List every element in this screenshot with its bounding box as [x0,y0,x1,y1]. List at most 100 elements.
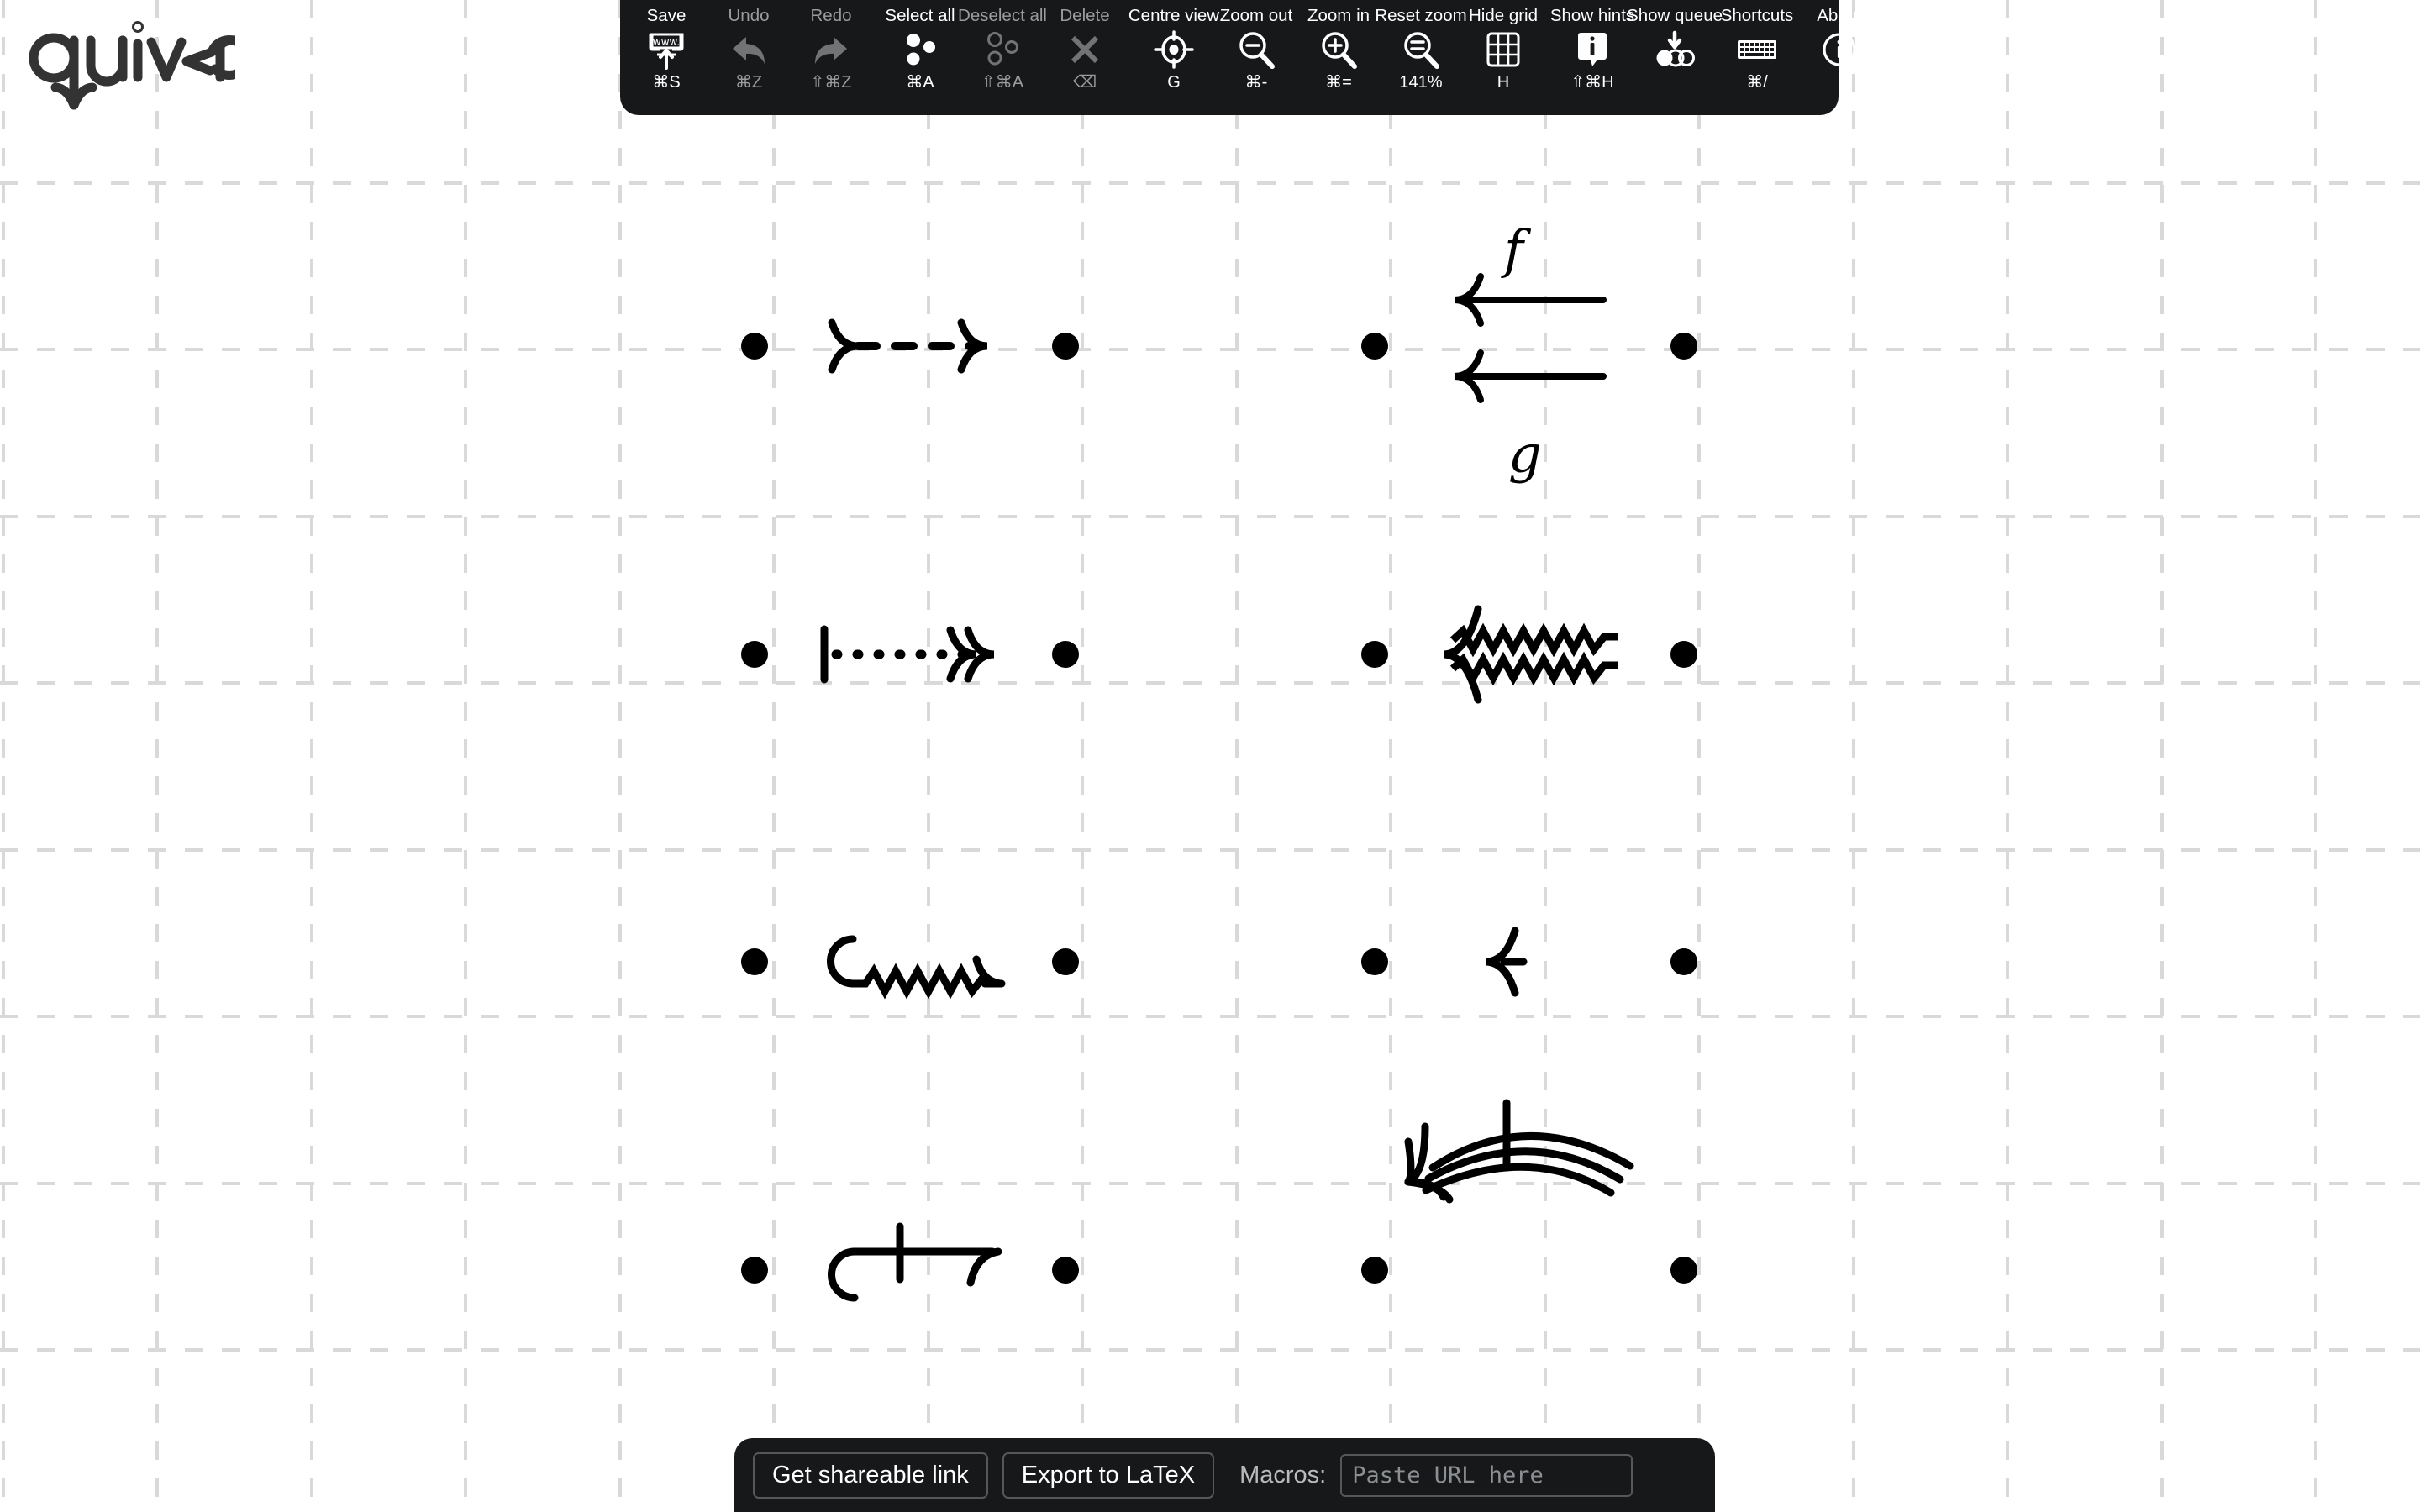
toolbar-button-show-hints[interactable]: Show hints ⇧⌘H [1550,0,1634,115]
diagram-vertex[interactable] [741,948,768,975]
toolbar-shortcut-undo: ⌘Z [734,73,763,92]
canvas-grid [0,0,2420,1512]
toolbar-button-about[interactable]: About [1798,0,1881,115]
toolbar-button-zoom-out[interactable]: Zoom out ⌘- [1215,0,1297,115]
macros-url-input[interactable] [1340,1453,1634,1497]
diagram-vertex[interactable] [1670,641,1697,668]
edge-dashed-harpoon[interactable] [828,318,988,374]
grid-line-vertical [1235,0,1239,1512]
edge-triple-curved-multiharpoon[interactable] [1404,1099,1634,1204]
toolbar-button-zoom-in[interactable]: Zoom in ⌘= [1297,0,1380,115]
show-queue-dots-icon [1652,26,1697,73]
toolbar-label-undo: Undo [728,6,770,25]
toolbar-shortcut-centre-view: G [1167,73,1181,92]
diagram-vertex[interactable] [1361,641,1388,668]
reset-zoom-magnifier-icon [1401,26,1441,73]
edge-label-f: f [1501,218,1532,280]
toolbar-shortcut-delete: ⌫ [1072,73,1097,92]
grid-line-vertical [155,0,159,1512]
toolbar-shortcut-save: ⌘S [652,73,681,92]
grid-line-vertical [772,0,776,1512]
edge-double-squiggly-left[interactable] [1443,605,1618,704]
quiver-logo[interactable] [25,18,253,111]
toolbar-shortcut-show-hints: ⇧⌘H [1570,73,1614,92]
svg-text:www.: www. [653,36,680,48]
toolbar-label-centre-view: Centre view [1128,6,1220,25]
edge-f-left-arrow[interactable] [1454,273,1607,327]
toolbar-button-select-all[interactable]: Select all ⌘A [879,0,961,115]
diagram-vertex[interactable] [1052,1257,1079,1284]
toolbar-label-select-all: Select all [885,6,955,25]
grid-icon [1485,26,1522,73]
edge-dotted-double-harpoon[interactable] [820,625,995,684]
vertex-group [741,333,1697,1284]
edge-squiggly-hook[interactable] [827,935,1006,1000]
grid-line-vertical [927,0,930,1512]
toolbar-group-view: Centre view G Zoom out ⌘- Zoom in ⌘= Reset … [1128,0,1544,115]
diagram-vertex[interactable] [1052,333,1079,360]
edge-short-left-arrow[interactable] [1485,927,1528,997]
get-shareable-link-button[interactable]: Get shareable link [753,1452,988,1499]
toolbar-shortcut-redo: ⇧⌘Z [810,73,852,92]
edge-g-left-arrow[interactable] [1454,349,1607,403]
diagram-vertex[interactable] [1670,948,1697,975]
deselect-all-hollow-dots-icon [982,26,1023,73]
toolbar-shortcut-zoom-in: ⌘= [1325,73,1352,92]
edge-hook-bar-halfharpoon[interactable] [828,1222,1002,1302]
toolbar-label-deselect-all: Deselect all [958,6,1047,25]
diagram-vertex[interactable] [741,641,768,668]
grid-line-horizontal [0,515,2420,518]
grid-line-vertical [310,0,313,1512]
delete-cross-icon [1065,26,1104,73]
toolbar-label-shortcuts: Shortcuts [1720,6,1794,25]
main-toolbar: Save www. ⌘S Undo ⌘Z Redo ⇧⌘Z Select all ⌘A… [620,0,1862,115]
diagram-vertex[interactable] [1361,948,1388,975]
diagram-vertex[interactable] [1361,1257,1388,1284]
toolbar-button-show-queue[interactable]: Show queue [1627,0,1723,115]
toolbar-shortcut-select-all: ⌘A [906,73,934,92]
zoom-out-magnifier-icon [1236,26,1276,73]
centre-view-crosshair-icon [1153,26,1195,73]
toolbar-shortcut-hide-grid: H [1497,73,1510,92]
grid-line-vertical [2160,0,2164,1512]
grid-line-vertical [2314,0,2317,1512]
grid-line-vertical [1544,0,1547,1512]
diagram-vertex[interactable] [741,1257,768,1284]
toolbar-label-redo: Redo [810,6,852,25]
undo-arrow-icon [728,26,770,73]
edge-label-g: g [1508,423,1542,485]
grid-line-vertical [618,0,622,1512]
toolbar-label-reset-zoom: Reset zoom [1375,6,1467,25]
toolbar-button-save[interactable]: Save www. ⌘S [625,0,708,115]
grid-line-vertical [1389,0,1392,1512]
toolbar-shortcut-reset-zoom: 141% [1399,73,1443,92]
diagram-canvas: f g [0,0,2420,1512]
grid-line-vertical [1852,0,1855,1512]
grid-line-horizontal [0,848,2420,852]
toolbar-button-deselect-all: Deselect all ⇧⌘A [958,0,1047,115]
toolbar-group-help: Show hints ⇧⌘H Show queue Shortcuts ⌘/ A… [1550,0,1881,115]
grid-line-horizontal [0,348,2420,351]
diagram-vertex[interactable] [1670,333,1697,360]
toolbar-button-redo: Redo ⇧⌘Z [790,0,872,115]
grid-line-horizontal [0,181,2420,185]
toolbar-shortcut-shortcuts: ⌘/ [1746,73,1768,92]
toolbar-button-centre-view[interactable]: Centre view G [1128,0,1219,115]
export-to-latex-button[interactable]: Export to LaTeX [1002,1452,1215,1499]
select-all-filled-dots-icon [900,26,940,73]
toolbar-button-shortcuts[interactable]: Shortcuts ⌘/ [1716,0,1798,115]
quiver-app-window: Save www. ⌘S Undo ⌘Z Redo ⇧⌘Z Select all ⌘A… [0,0,2420,1512]
toolbar-button-hide-grid[interactable]: Hide grid H [1462,0,1544,115]
grid-line-vertical [2006,0,2009,1512]
toolbar-button-reset-zoom[interactable]: Reset zoom 141% [1375,0,1466,115]
grid-line-vertical [1697,0,1701,1512]
diagram-vertex[interactable] [1361,333,1388,360]
zoom-in-magnifier-icon [1318,26,1359,73]
diagram-vertex[interactable] [1052,948,1079,975]
macros-label: Macros: [1239,1461,1327,1488]
grid-line-horizontal [0,1015,2420,1018]
diagram-vertex[interactable] [741,333,768,360]
diagram-vertex[interactable] [1052,641,1079,668]
toolbar-shortcut-zoom-out: ⌘- [1244,73,1268,92]
diagram-vertex[interactable] [1670,1257,1697,1284]
